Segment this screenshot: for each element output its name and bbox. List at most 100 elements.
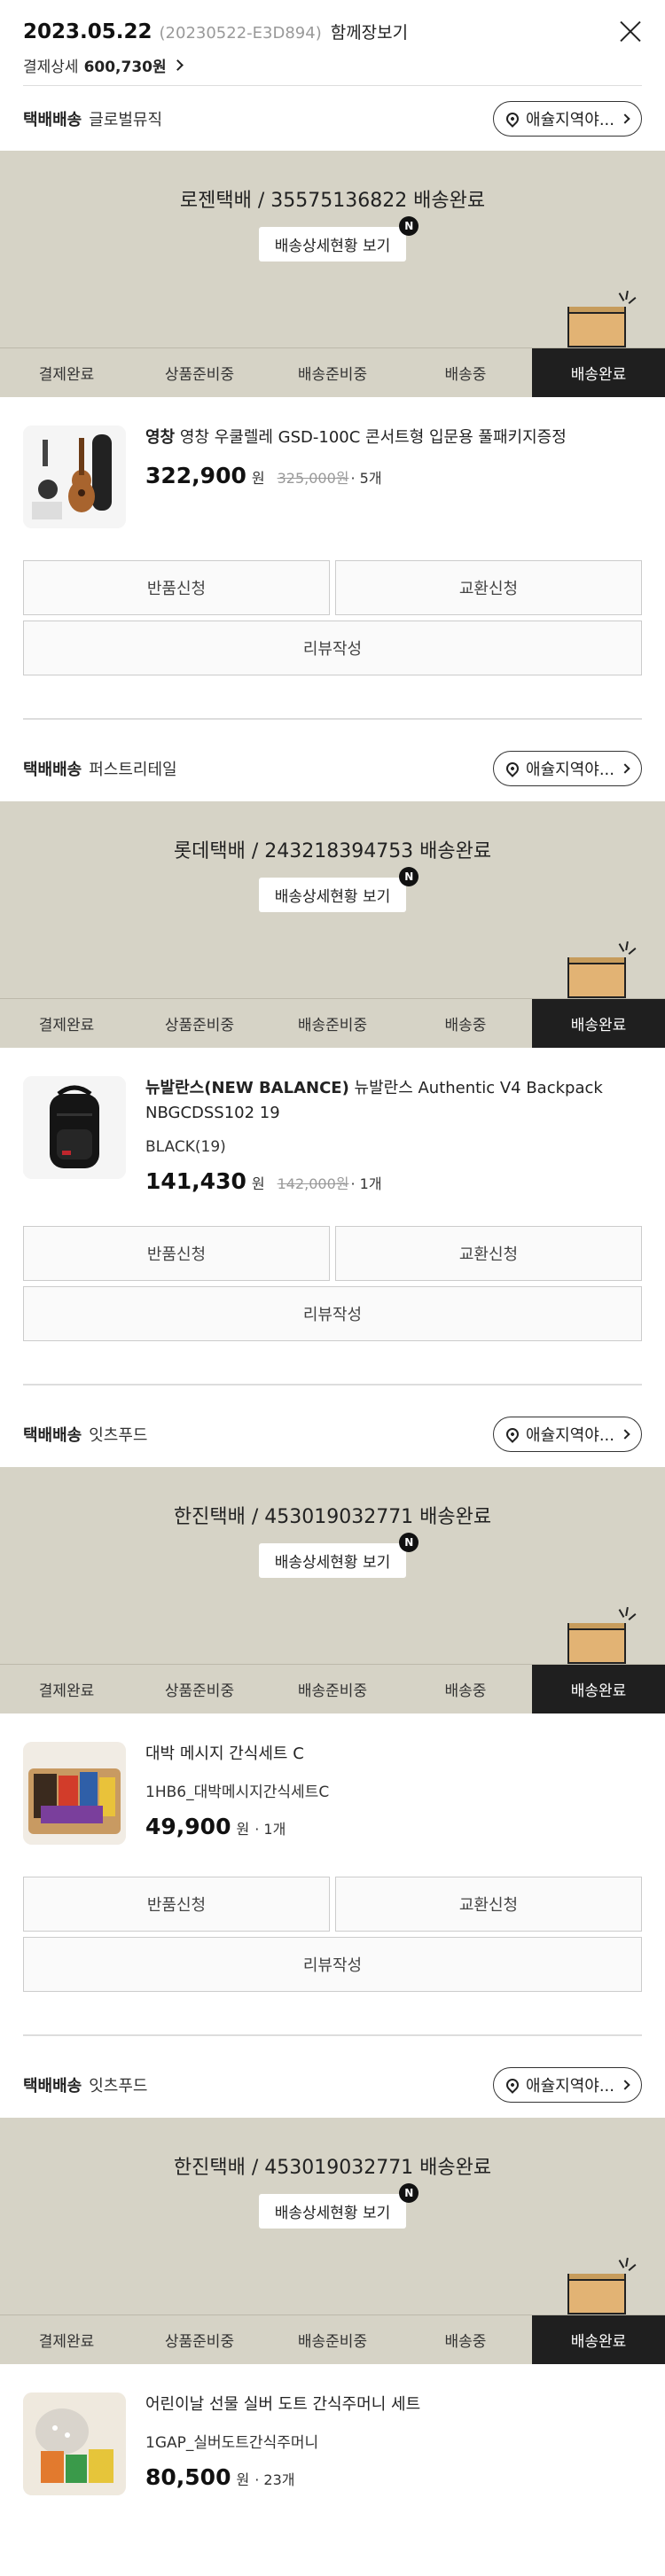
delivery-steps: 결제완료 상품준비중 배송준비중 배송중 배송완료: [0, 2314, 665, 2364]
product-price: 80,500 원 · 23개: [145, 2464, 642, 2490]
step-preparing-product: 상품준비중: [164, 1682, 235, 1700]
return-request-button[interactable]: 반품신청: [23, 560, 330, 615]
chevron-right-icon: [620, 1429, 630, 1440]
delivery-box-icon: [567, 290, 637, 347]
delivery-box-icon: [567, 2257, 637, 2314]
return-request-button[interactable]: 반품신청: [23, 1226, 330, 1281]
new-badge: N: [399, 2183, 419, 2203]
step-preparing-shipping: 배송준비중: [297, 366, 368, 384]
step-shipping: 배송중: [444, 2333, 487, 2351]
product-title: 영창 우쿨렐레 GSD-100C 콘서트형 입문용 풀패키지증정: [179, 428, 567, 447]
delivery-banner: 한진택배 / 453019032771 배송완료 배송상세현황 보기 N: [0, 2118, 665, 2314]
chevron-right-icon: [620, 2080, 630, 2090]
quantity: · 5개: [350, 470, 382, 487]
shipment-title: 택배배송 글로벌뮤직: [23, 107, 162, 130]
shipment-section: 택배배송 퍼스트리테일 애슐지역야... 롯데택배 / 243218394753 …: [0, 736, 665, 1386]
step-preparing-shipping: 배송준비중: [297, 1017, 368, 1034]
delivery-banner: 한진택배 / 453019032771 배송완료 배송상세현황 보기 N: [0, 1467, 665, 1664]
product-image-snack-pouch[interactable]: [23, 2393, 126, 2495]
exchange-request-button[interactable]: 교환신청: [335, 560, 642, 615]
payment-detail-label: 결제상세: [23, 59, 79, 76]
product-option: 1GAP_실버도트간식주머니: [145, 2434, 319, 2452]
location-pin-icon: [504, 109, 521, 128]
product-image-backpack[interactable]: [23, 1076, 126, 1179]
product-title: 대박 메시지 간식세트 C: [145, 1745, 304, 1763]
product-option: BLACK(19): [145, 1138, 226, 1156]
chevron-right-icon: [620, 113, 630, 124]
delivery-detail-button[interactable]: 배송상세현황 보기 N: [258, 867, 419, 912]
close-icon[interactable]: [619, 20, 642, 43]
group-shopping-link[interactable]: 함께장보기: [331, 20, 408, 43]
location-pin-icon: [504, 760, 521, 777]
return-request-button[interactable]: 반품신청: [23, 1877, 330, 1932]
delivery-detail-label: 배송상세현황 보기: [274, 238, 391, 255]
product-name[interactable]: 어린이날 선물 실버 도트 간식주머니 세트: [145, 2393, 642, 2417]
store-location-button[interactable]: 애슐지역야...: [493, 1417, 642, 1452]
delivery-detail-button[interactable]: 배송상세현황 보기 N: [258, 216, 419, 262]
payment-detail-link[interactable]: 결제상세 600,730원: [23, 54, 642, 76]
store-location-button[interactable]: 애슐지역야...: [493, 2067, 642, 2103]
delivery-detail-label: 배송상세현황 보기: [274, 1554, 391, 1572]
step-preparing-product: 상품준비중: [164, 2333, 235, 2351]
order-header: 2023.05.22 (20230522-E3D894) 함께장보기 결제상세 …: [0, 0, 665, 85]
shipment-title: 택배배송 퍼스트리테일: [23, 757, 177, 780]
product-name[interactable]: 영창 영창 우쿨렐레 GSD-100C 콘서트형 입문용 풀패키지증정: [145, 425, 642, 450]
shipment-section: 택배배송 잇츠푸드 애슐지역야... 한진택배 / 453019032771 배송…: [0, 1401, 665, 2036]
courier-tracking: 로젠택배 / 35575136822 배송완료: [179, 190, 486, 212]
shipment-title: 택배배송 잇츠푸드: [23, 2073, 148, 2096]
courier-tracking: 롯데택배 / 243218394753 배송완료: [173, 840, 492, 863]
product-option: 1HB6_대박메시지간식세트C: [145, 1784, 330, 1801]
section-divider: [23, 1384, 642, 1386]
currency: 원: [251, 1175, 265, 1192]
chevron-right-icon: [171, 59, 184, 71]
step-preparing-shipping: 배송준비중: [297, 1682, 368, 1700]
product-image-ukulele[interactable]: [23, 425, 126, 528]
store-location-label: 애슐지역야...: [526, 1426, 614, 1445]
product-brand: 뉴발란스(NEW BALANCE): [145, 1079, 349, 1097]
delivery-steps: 결제완료 상품준비중 배송준비중 배송중 배송완료: [0, 1664, 665, 1713]
exchange-request-button[interactable]: 교환신청: [335, 1226, 642, 1281]
quantity: · 23개: [254, 2471, 295, 2488]
order-number: (20230522-E3D894): [159, 24, 322, 43]
step-paid: 결제완료: [38, 1682, 95, 1700]
section-divider: [23, 718, 642, 720]
product-name[interactable]: 대박 메시지 간식세트 C: [145, 1742, 642, 1767]
delivery-detail-button[interactable]: 배송상세현황 보기 N: [258, 1533, 419, 1578]
quantity: · 1개: [254, 1821, 286, 1838]
product-item[interactable]: 어린이날 선물 실버 도트 간식주머니 세트 1GAP_실버도트간식주머니 80…: [0, 2364, 665, 2495]
store-location-button[interactable]: 애슐지역야...: [493, 100, 642, 137]
step-preparing-shipping: 배송준비중: [297, 2333, 368, 2351]
delivery-detail-label: 배송상세현황 보기: [274, 888, 391, 906]
sale-price: 141,430: [145, 1168, 246, 1194]
step-preparing-product: 상품준비중: [164, 1017, 235, 1034]
currency: 원: [236, 1821, 250, 1838]
delivery-steps: 결제완료 상품준비중 배송준비중 배송중 배송완료: [0, 347, 665, 397]
write-review-button[interactable]: 리뷰작성: [23, 1937, 642, 1992]
delivery-banner: 로젠택배 / 35575136822 배송완료 배송상세현황 보기 N: [0, 151, 665, 347]
product-image-snack-set[interactable]: [23, 1742, 126, 1845]
order-actions: 반품신청 교환신청 리뷰작성: [0, 1194, 665, 1341]
step-delivered: 배송완료: [532, 999, 665, 1048]
chevron-right-icon: [620, 763, 630, 774]
quantity: · 1개: [350, 1175, 382, 1192]
product-item[interactable]: 영창 영창 우쿨렐레 GSD-100C 콘서트형 입문용 풀패키지증정 322,…: [0, 397, 665, 528]
ship-type: 택배배송: [23, 761, 82, 779]
delivery-banner: 롯데택배 / 243218394753 배송완료 배송상세현황 보기 N: [0, 801, 665, 998]
store-location-button[interactable]: 애슐지역야...: [493, 751, 642, 786]
currency: 원: [251, 470, 265, 487]
delivery-detail-button[interactable]: 배송상세현황 보기 N: [258, 2183, 419, 2229]
delivery-steps: 결제완료 상품준비중 배송준비중 배송중 배송완료: [0, 998, 665, 1048]
new-badge: N: [399, 1533, 419, 1552]
product-item[interactable]: 뉴발란스(NEW BALANCE) 뉴발란스 Authentic V4 Back…: [0, 1048, 665, 1194]
seller-name: 잇츠푸드: [89, 1426, 148, 1445]
store-location-label: 애슐지역야...: [526, 761, 614, 779]
write-review-button[interactable]: 리뷰작성: [23, 1286, 642, 1341]
sale-price: 49,900: [145, 1814, 231, 1839]
step-delivered: 배송완료: [532, 1665, 665, 1713]
write-review-button[interactable]: 리뷰작성: [23, 621, 642, 675]
product-item[interactable]: 대박 메시지 간식세트 C 1HB6_대박메시지간식세트C 49,900 원 ·…: [0, 1713, 665, 1845]
product-name[interactable]: 뉴발란스(NEW BALANCE) 뉴발란스 Authentic V4 Back…: [145, 1076, 642, 1126]
original-price: 325,000원: [277, 470, 349, 487]
product-price: 322,900 원 325,000원 · 5개: [145, 463, 642, 488]
exchange-request-button[interactable]: 교환신청: [335, 1877, 642, 1932]
